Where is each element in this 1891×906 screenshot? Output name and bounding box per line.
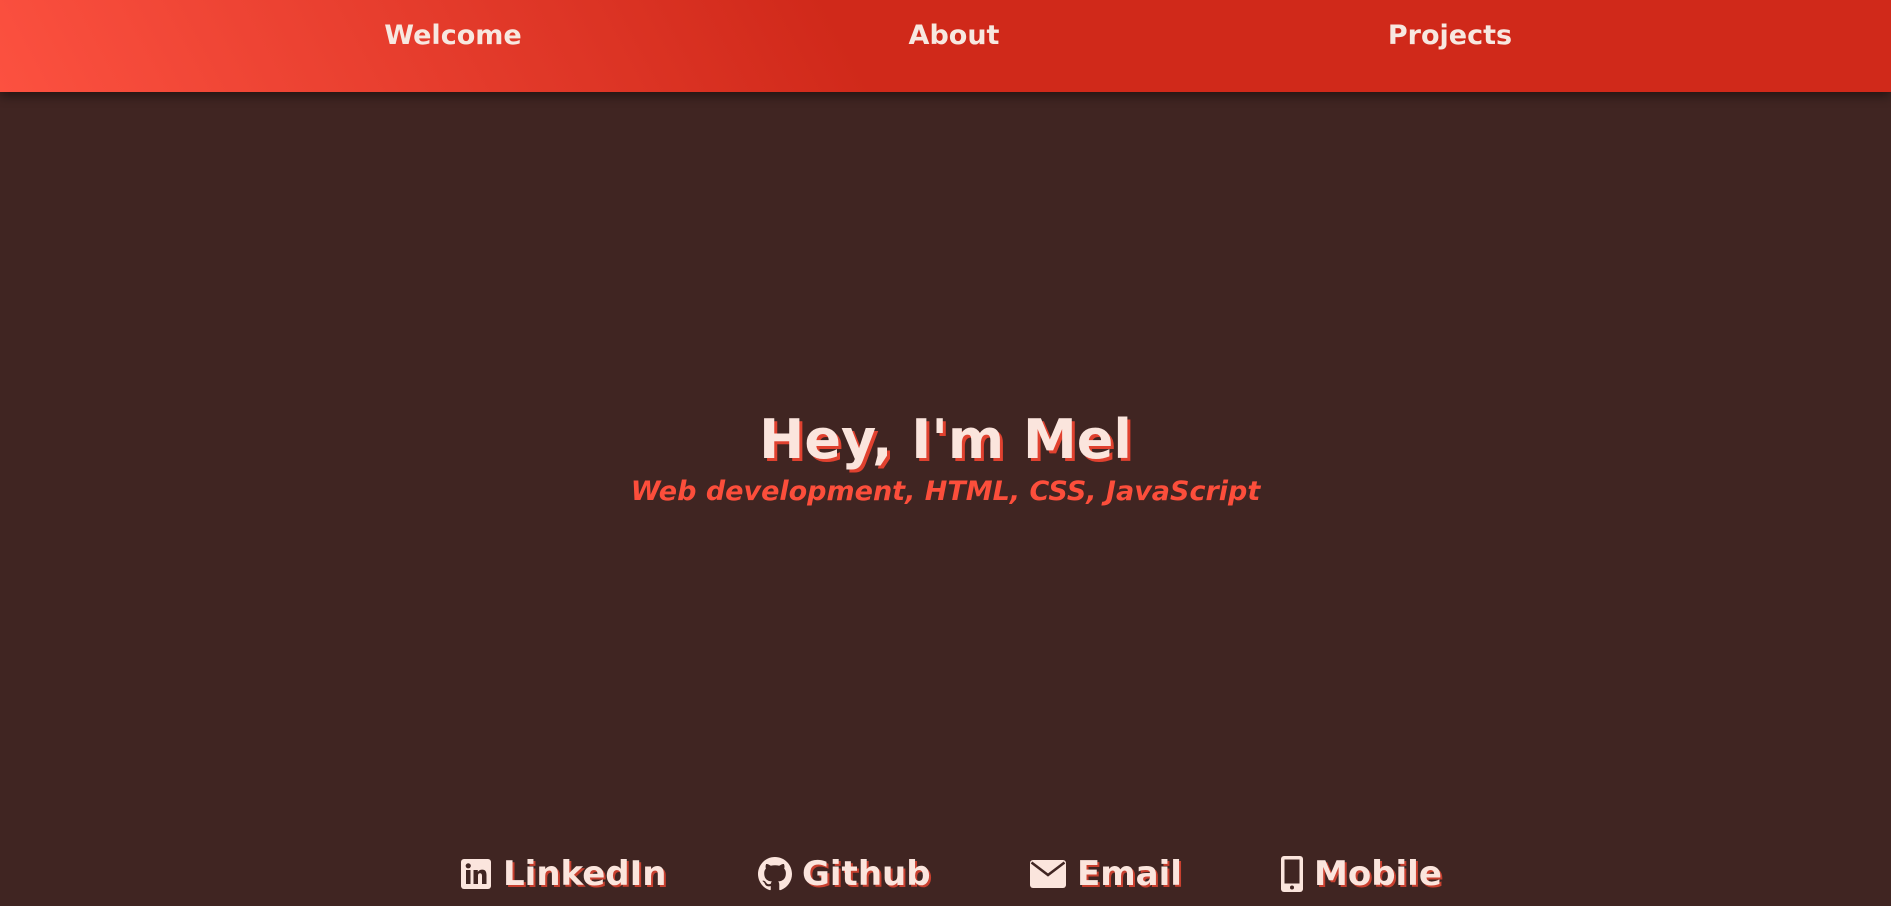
hero-title: Hey, I'm Mel xyxy=(759,408,1132,471)
contact-link-email[interactable]: Email xyxy=(1029,850,1182,898)
contact-label-mobile: Mobile xyxy=(1314,854,1442,894)
nav-link-projects[interactable]: Projects xyxy=(1388,0,1512,72)
envelope-icon xyxy=(1029,857,1067,891)
contact-label-email: Email xyxy=(1077,854,1182,894)
nav-link-welcome[interactable]: Welcome xyxy=(384,0,521,72)
hero-subtitle: Web development, HTML, CSS, JavaScript xyxy=(630,476,1261,507)
top-navbar: Welcome About Projects xyxy=(0,0,1891,92)
linkedin-icon xyxy=(459,857,493,891)
github-icon xyxy=(758,857,792,891)
contact-link-github[interactable]: Github xyxy=(758,850,931,898)
hero-section: Hey, I'm Mel Web development, HTML, CSS,… xyxy=(0,400,1891,510)
nav-link-about[interactable]: About xyxy=(909,0,1000,72)
contact-links-bar: LinkedIn Github Email Mobile xyxy=(0,850,1891,900)
contact-link-linkedin[interactable]: LinkedIn xyxy=(459,850,666,898)
contact-label-linkedin: LinkedIn xyxy=(503,854,667,894)
contact-label-github: Github xyxy=(802,854,931,894)
contact-link-mobile[interactable]: Mobile xyxy=(1280,850,1442,898)
mobile-phone-icon xyxy=(1280,856,1304,892)
